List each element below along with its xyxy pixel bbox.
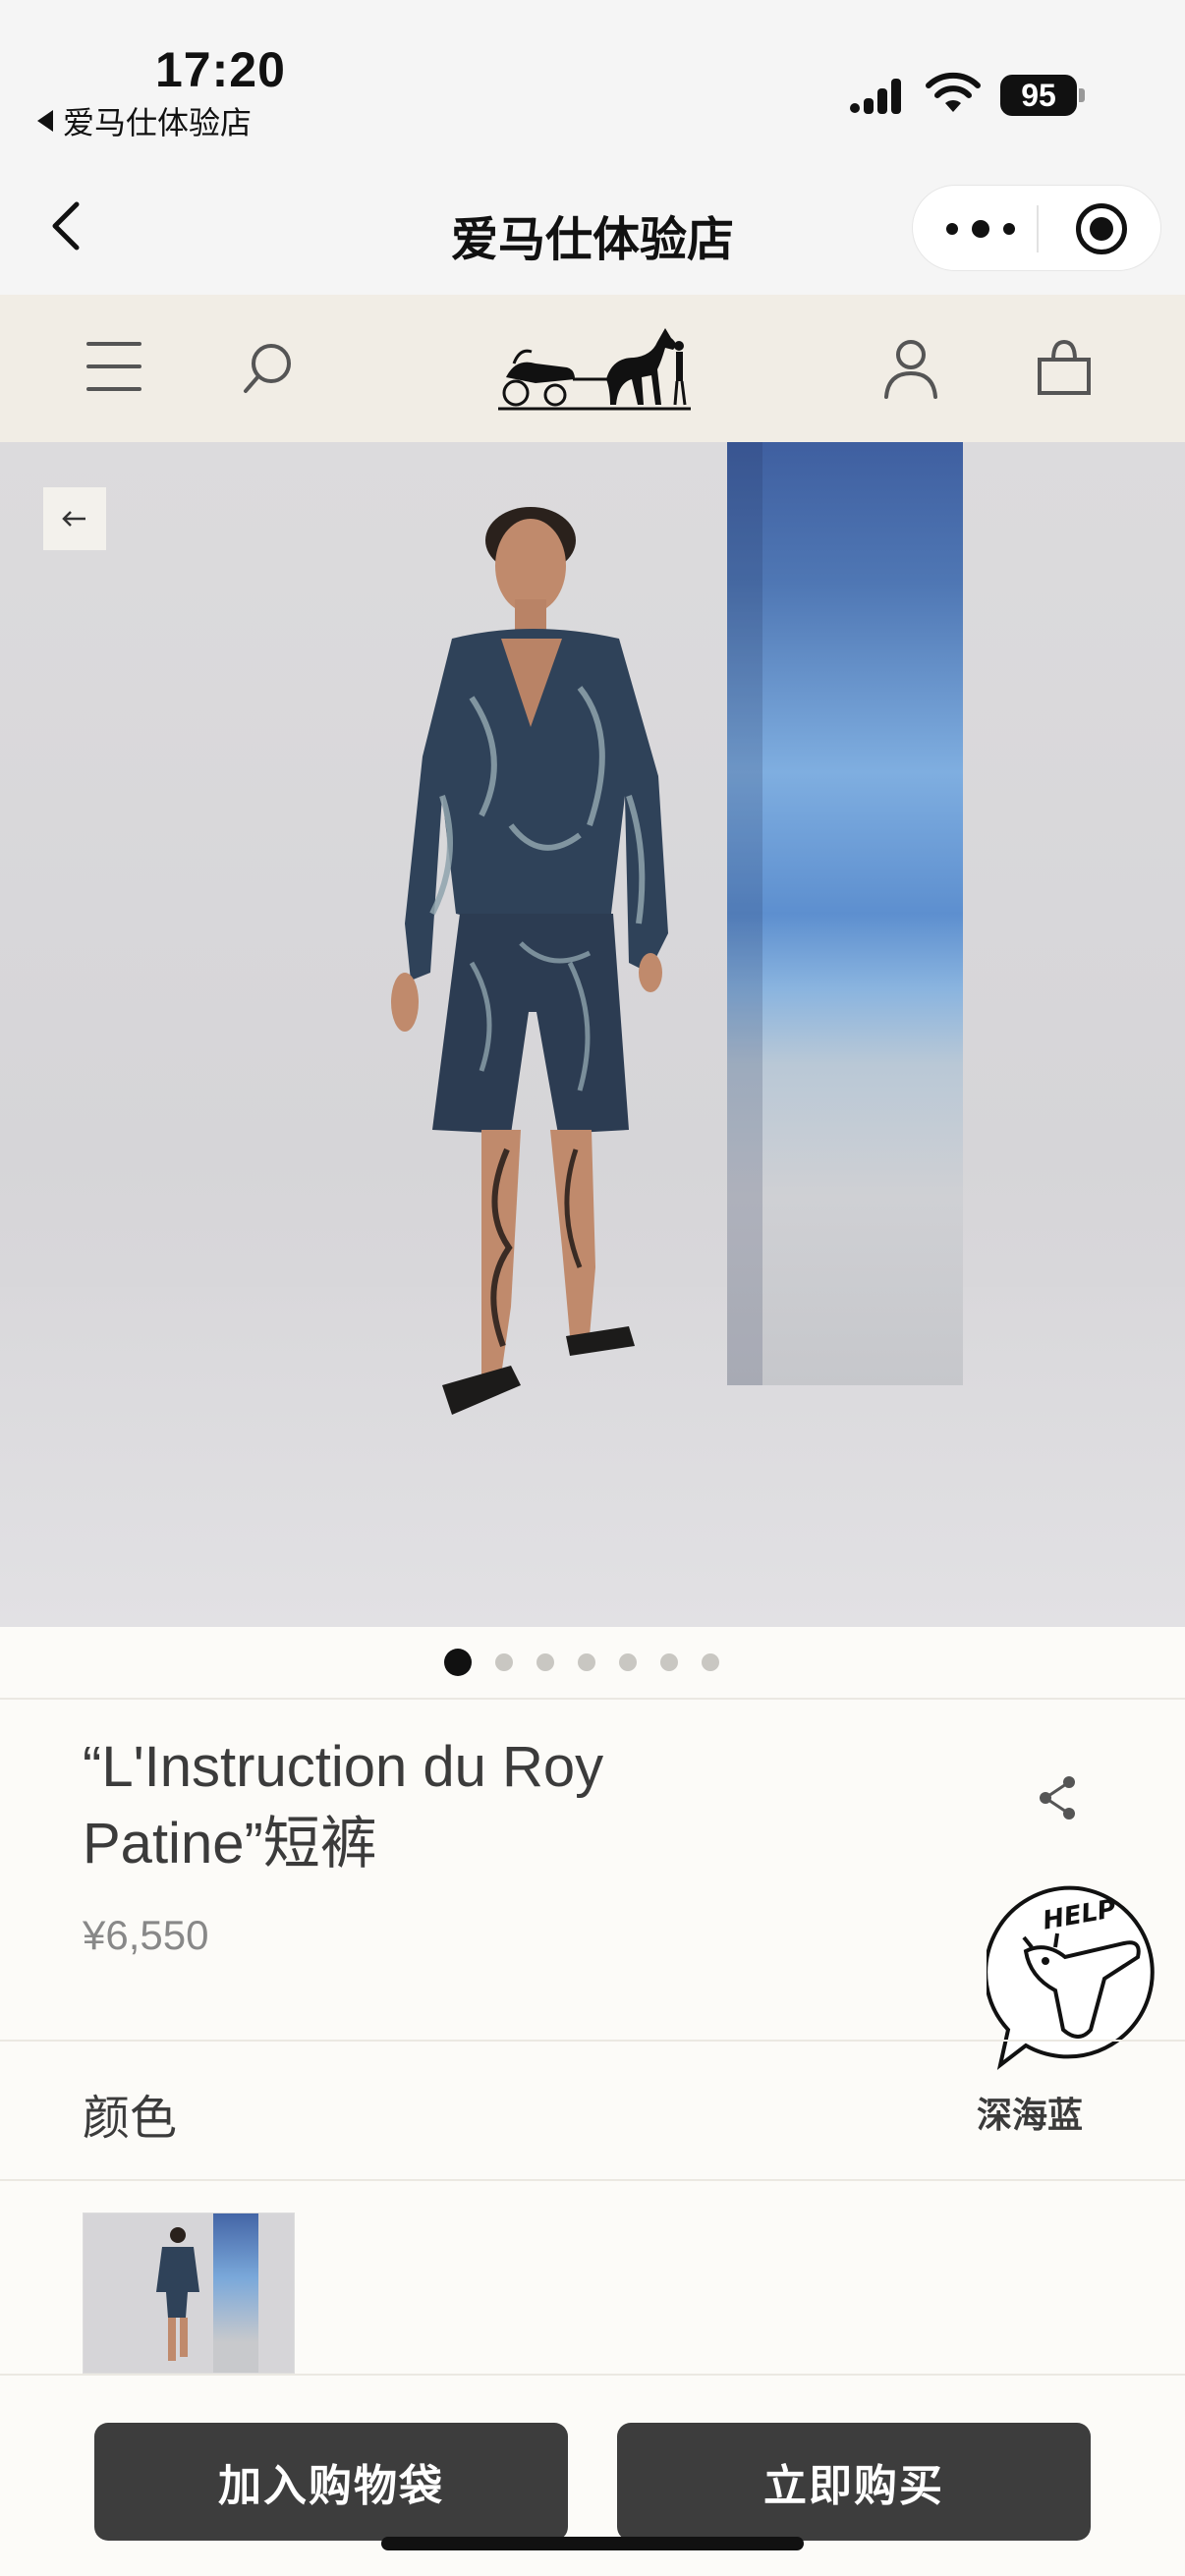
divider: [0, 1698, 1185, 1700]
search-icon[interactable]: [240, 340, 297, 397]
home-indicator[interactable]: [381, 2537, 804, 2550]
carousel-pager: [0, 1627, 1185, 1698]
mini-program-capsule: [912, 185, 1161, 271]
product-title: “L'Instruction du Roy Patine”短裤: [83, 1729, 810, 1882]
divider: [0, 2040, 1185, 2042]
color-label: 颜色: [83, 2093, 178, 2145]
battery-indicator: 95: [1000, 75, 1077, 116]
add-to-bag-button[interactable]: 加入购物袋: [94, 2423, 568, 2541]
hermes-logo[interactable]: [496, 318, 693, 417]
swatch-model-thumbnail: [156, 2227, 199, 2361]
model-figure: [391, 507, 668, 1415]
product-title-line-2: Patine”短裤: [83, 1812, 377, 1876]
divider: [0, 2179, 1185, 2181]
pillar-shade: [727, 442, 762, 1385]
close-mini-program-icon[interactable]: [1076, 203, 1127, 254]
color-swatch-deep-sea-blue[interactable]: [83, 2212, 295, 2374]
wifi-icon: [926, 72, 981, 112]
carousel-back-button[interactable]: [43, 487, 106, 550]
buy-now-button[interactable]: 立即购买: [617, 2423, 1091, 2541]
product-price: ¥6,550: [83, 1912, 209, 1958]
pager-dot[interactable]: [702, 1653, 719, 1671]
capsule-divider: [1037, 205, 1039, 252]
site-nav-bar: [0, 295, 1185, 442]
back-app-label: 爱马仕体验店: [63, 105, 253, 140]
pager-dot[interactable]: [578, 1653, 595, 1671]
color-value: 深海蓝: [977, 2095, 1084, 2135]
pager-dot-active[interactable]: [444, 1649, 472, 1676]
menu-icon[interactable]: [86, 342, 141, 391]
shopping-bag-icon[interactable]: [1036, 338, 1093, 397]
pager-dot[interactable]: [536, 1653, 554, 1671]
more-options-icon[interactable]: [946, 211, 1015, 247]
status-bar: 17:20 爱马仕体验店 95: [0, 0, 1185, 157]
status-time: 17:20: [155, 42, 286, 97]
arrow-left-icon: [62, 511, 85, 527]
blue-pillar-prop: [727, 442, 963, 1385]
page: 17:20 爱马仕体验店 95 爱马仕体验店 “L'Instruction du…: [0, 0, 1185, 2576]
user-account-icon[interactable]: [882, 338, 939, 399]
pager-dot[interactable]: [495, 1653, 513, 1671]
mini-program-header: 爱马仕体验店: [0, 157, 1185, 295]
back-to-app-link[interactable]: 爱马仕体验店: [37, 98, 252, 143]
pager-dot[interactable]: [619, 1653, 637, 1671]
share-icon[interactable]: [1036, 1774, 1079, 1821]
pager-dot[interactable]: [660, 1653, 678, 1671]
product-title-line-1: “L'Instruction du Roy: [83, 1735, 604, 1799]
swatch-pillar: [213, 2213, 258, 2373]
battery-tip: [1079, 88, 1085, 102]
back-triangle-icon: [37, 110, 53, 132]
product-image-carousel[interactable]: [0, 442, 1185, 1627]
help-chat-badge[interactable]: HELP: [987, 1882, 1169, 2075]
cellular-signal-icon: [850, 79, 901, 114]
